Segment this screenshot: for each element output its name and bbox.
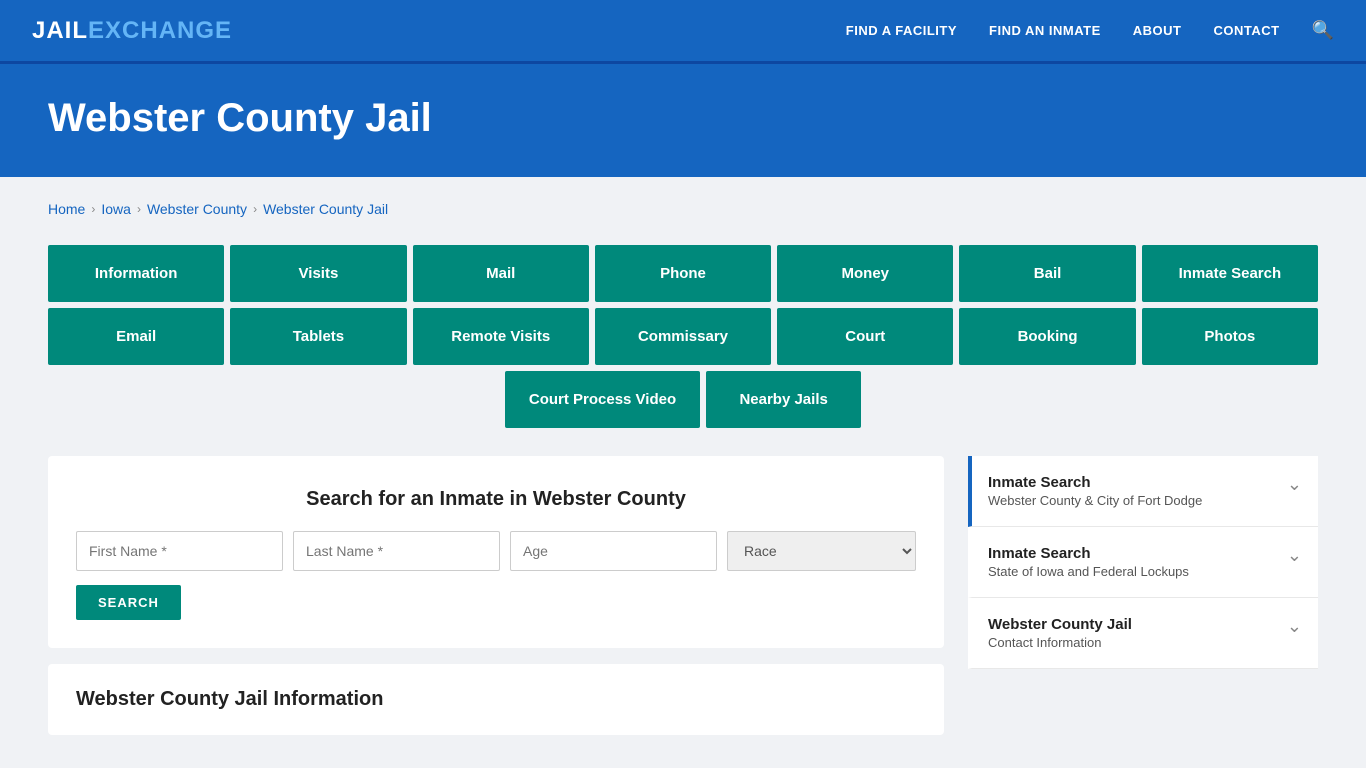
btn-information[interactable]: Information	[48, 245, 224, 302]
nav-find-facility[interactable]: FIND A FACILITY	[846, 23, 957, 38]
sidebar-title-2: Inmate Search	[988, 545, 1189, 562]
button-grid-row3: Court Process Video Nearby Jails	[48, 371, 1318, 428]
breadcrumb-sep-3: ›	[253, 202, 257, 216]
btn-bail[interactable]: Bail	[959, 245, 1135, 302]
nav-contact[interactable]: CONTACT	[1213, 23, 1279, 38]
info-title: Webster County Jail Information	[76, 688, 916, 711]
sidebar-item-text-1: Inmate Search Webster County & City of F…	[988, 474, 1202, 508]
chevron-icon-1: ⌄	[1287, 474, 1302, 495]
first-name-input[interactable]	[76, 531, 283, 571]
breadcrumb-sep-2: ›	[137, 202, 141, 216]
btn-money[interactable]: Money	[777, 245, 953, 302]
breadcrumb-webster-county[interactable]: Webster County	[147, 201, 247, 217]
main-content: Home › Iowa › Webster County › Webster C…	[0, 177, 1366, 759]
btn-nearby-jails[interactable]: Nearby Jails	[706, 371, 861, 428]
chevron-icon-2: ⌄	[1287, 545, 1302, 566]
btn-inmate-search[interactable]: Inmate Search	[1142, 245, 1318, 302]
btn-photos[interactable]: Photos	[1142, 308, 1318, 365]
button-grid-row1: Information Visits Mail Phone Money Bail…	[48, 245, 1318, 302]
chevron-icon-3: ⌄	[1287, 616, 1302, 637]
btn-mail[interactable]: Mail	[413, 245, 589, 302]
left-column: Search for an Inmate in Webster County R…	[48, 456, 944, 735]
main-nav: FIND A FACILITY FIND AN INMATE ABOUT CON…	[846, 20, 1334, 41]
age-input[interactable]	[510, 531, 717, 571]
sidebar-subtitle-3: Contact Information	[988, 635, 1132, 650]
sidebar-item-inmate-search-state[interactable]: Inmate Search State of Iowa and Federal …	[968, 527, 1318, 598]
info-section: Webster County Jail Information	[48, 664, 944, 735]
breadcrumb-current: Webster County Jail	[263, 201, 388, 217]
breadcrumb-sep-1: ›	[91, 202, 95, 216]
page-title: Webster County Jail	[48, 96, 1318, 141]
logo-exchange: EXCHANGE	[88, 17, 232, 44]
nav-about[interactable]: ABOUT	[1133, 23, 1182, 38]
btn-email[interactable]: Email	[48, 308, 224, 365]
sidebar: Inmate Search Webster County & City of F…	[968, 456, 1318, 735]
search-icon-button[interactable]: 🔍	[1312, 20, 1334, 41]
btn-booking[interactable]: Booking	[959, 308, 1135, 365]
header: JAILEXCHANGE FIND A FACILITY FIND AN INM…	[0, 0, 1366, 64]
search-panel: Search for an Inmate in Webster County R…	[48, 456, 944, 648]
sidebar-item-inmate-search-county[interactable]: Inmate Search Webster County & City of F…	[968, 456, 1318, 527]
nav-find-inmate[interactable]: FIND AN INMATE	[989, 23, 1101, 38]
breadcrumb-home[interactable]: Home	[48, 201, 85, 217]
sidebar-item-text-2: Inmate Search State of Iowa and Federal …	[988, 545, 1189, 579]
logo-jail: JAIL	[32, 17, 88, 44]
btn-court-process-video[interactable]: Court Process Video	[505, 371, 700, 428]
btn-remote-visits[interactable]: Remote Visits	[413, 308, 589, 365]
btn-visits[interactable]: Visits	[230, 245, 406, 302]
search-title: Search for an Inmate in Webster County	[76, 488, 916, 511]
site-logo[interactable]: JAILEXCHANGE	[32, 17, 232, 45]
sidebar-subtitle-2: State of Iowa and Federal Lockups	[988, 564, 1189, 579]
race-select[interactable]: Race White Black Hispanic Asian Other	[727, 531, 916, 571]
breadcrumb-iowa[interactable]: Iowa	[101, 201, 131, 217]
sidebar-subtitle-1: Webster County & City of Fort Dodge	[988, 493, 1202, 508]
btn-phone[interactable]: Phone	[595, 245, 771, 302]
button-grid-row2: Email Tablets Remote Visits Commissary C…	[48, 308, 1318, 365]
hero-banner: Webster County Jail	[0, 64, 1366, 177]
sidebar-title-1: Inmate Search	[988, 474, 1202, 491]
btn-court[interactable]: Court	[777, 308, 953, 365]
last-name-input[interactable]	[293, 531, 500, 571]
sidebar-title-3: Webster County Jail	[988, 616, 1132, 633]
search-fields: Race White Black Hispanic Asian Other	[76, 531, 916, 571]
sidebar-item-text-3: Webster County Jail Contact Information	[988, 616, 1132, 650]
lower-section: Search for an Inmate in Webster County R…	[48, 456, 1318, 735]
search-button[interactable]: SEARCH	[76, 585, 181, 620]
btn-commissary[interactable]: Commissary	[595, 308, 771, 365]
breadcrumb: Home › Iowa › Webster County › Webster C…	[48, 201, 1318, 217]
btn-tablets[interactable]: Tablets	[230, 308, 406, 365]
sidebar-item-contact-info[interactable]: Webster County Jail Contact Information …	[968, 598, 1318, 669]
